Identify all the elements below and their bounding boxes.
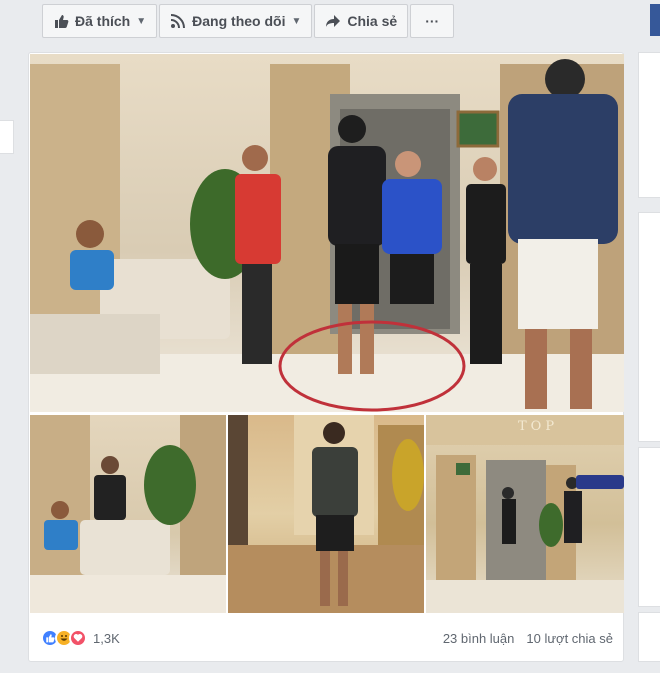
more-dots-icon: ··· — [425, 13, 440, 29]
post-card: TOP 1,3K 23 bình luận 10 lượt chia sẻ — [28, 52, 624, 662]
right-sidebar-box-2 — [638, 212, 660, 442]
main-photo-scene — [30, 59, 624, 412]
left-panel-stub — [0, 120, 14, 154]
share-arrow-icon — [326, 15, 341, 27]
page-action-bar: Đã thích ▼ Đang theo dõi ▼ Chia sẻ ··· — [42, 4, 455, 38]
comment-count-link[interactable]: 23 bình luận — [443, 631, 515, 646]
thumbnail-photo-2[interactable] — [228, 415, 424, 613]
more-options-button[interactable]: ··· — [410, 4, 455, 38]
share-button[interactable]: Chia sẻ — [314, 4, 409, 38]
thumbnail-1-scene — [30, 415, 226, 613]
thumbnail-3-scene — [426, 415, 624, 613]
chevron-down-icon: ▼ — [291, 15, 302, 27]
liked-label: Đã thích — [75, 13, 131, 29]
left-sidebar-edge — [0, 0, 26, 673]
following-label: Đang theo dõi — [192, 13, 286, 29]
hotel-sign-text: TOP — [518, 419, 559, 434]
right-sidebar-box-1 — [638, 52, 660, 198]
main-photo[interactable] — [30, 54, 624, 412]
header-edge — [650, 4, 660, 36]
thumbnail-2-scene — [228, 415, 424, 613]
thumbnail-photo-1[interactable] — [30, 415, 226, 613]
post-footer: 1,3K 23 bình luận 10 lượt chia sẻ — [29, 619, 625, 657]
chevron-down-icon: ▼ — [136, 15, 147, 27]
reaction-summary[interactable]: 1,3K — [41, 629, 120, 647]
share-label: Chia sẻ — [347, 13, 398, 29]
right-sidebar-box-3 — [638, 447, 660, 607]
reaction-count: 1,3K — [93, 630, 120, 646]
right-sidebar-box-4 — [638, 612, 660, 662]
following-button[interactable]: Đang theo dõi ▼ — [159, 4, 313, 38]
share-count-link[interactable]: 10 lượt chia sẻ — [526, 631, 613, 646]
thumbs-up-icon — [55, 15, 69, 28]
liked-button[interactable]: Đã thích ▼ — [42, 4, 158, 38]
rss-icon — [171, 14, 186, 29]
post-stats: 23 bình luận 10 lượt chia sẻ — [443, 631, 613, 646]
thumbnail-photo-3[interactable]: TOP — [426, 415, 624, 613]
love-reaction-icon — [69, 629, 87, 647]
